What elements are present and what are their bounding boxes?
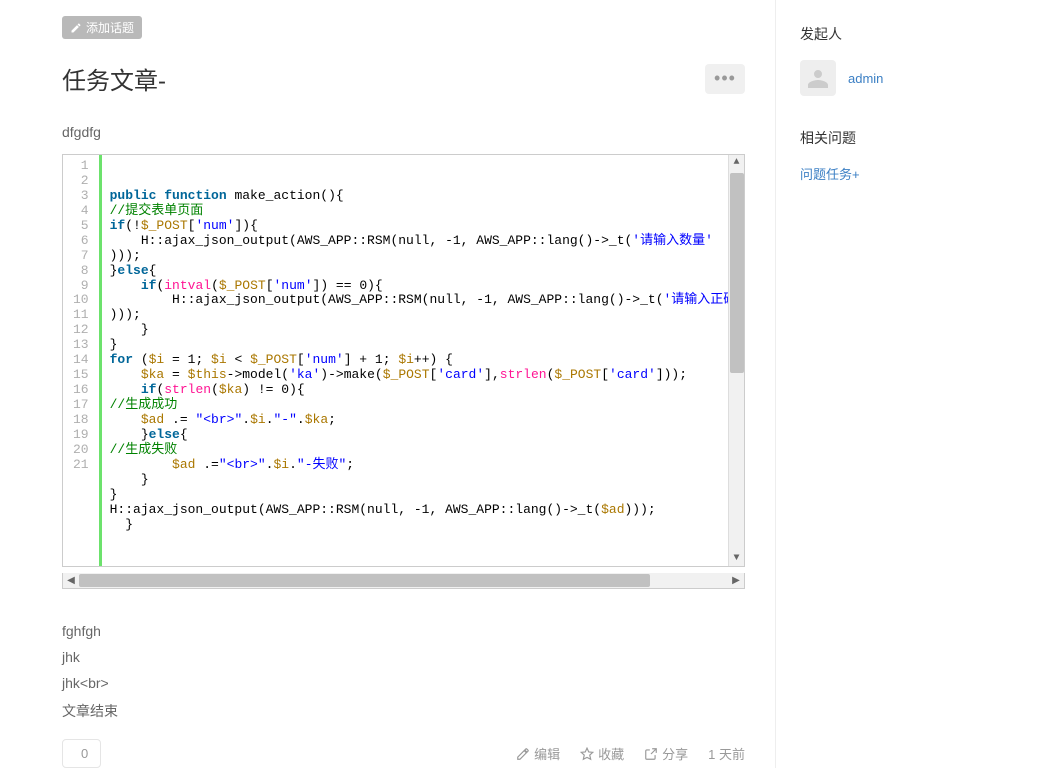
code-line: $ad .="<br>".$i."-失败"; <box>110 458 738 473</box>
user-icon <box>806 66 830 90</box>
code-content: public function make_action(){//提交表单页面if… <box>102 155 744 566</box>
star-icon <box>580 747 594 761</box>
ellipsis-icon: ••• <box>714 68 736 89</box>
pencil-icon <box>70 22 82 34</box>
code-line: if(strlen($ka) != 0){ <box>110 383 738 398</box>
line-number: 13 <box>73 338 95 353</box>
content-line: jhk<br> <box>62 675 745 691</box>
code-line: H::ajax_json_output(AWS_APP::RSM(null, -… <box>110 503 738 518</box>
code-line: } <box>110 338 738 353</box>
code-line: public function make_action(){ <box>110 189 738 204</box>
line-number: 14 <box>73 353 95 368</box>
pencil-icon <box>516 747 530 761</box>
code-line: //提交表单页面 <box>110 204 738 219</box>
line-number: 8 <box>73 264 95 279</box>
timestamp: 1 天前 <box>708 744 745 763</box>
content-line: 文章结束 <box>62 701 745 721</box>
initiator-row: admin <box>800 60 1032 96</box>
code-line: H::ajax_json_output(AWS_APP::RSM(null, -… <box>110 234 738 249</box>
page-title: 任务文章- <box>62 61 166 96</box>
scroll-right-icon[interactable]: ▶ <box>728 573 744 588</box>
edit-label: 编辑 <box>534 744 560 763</box>
edit-button[interactable]: 编辑 <box>516 744 560 763</box>
code-line: $ka = $this->model('ka')->make($_POST['c… <box>110 368 738 383</box>
add-topic-label: 添加话题 <box>86 19 134 36</box>
code-gutter: 123456789101112131415161718192021 <box>63 155 102 566</box>
favorite-label: 收藏 <box>598 744 624 763</box>
horizontal-scrollbar[interactable]: ◀ ▶ <box>62 573 745 589</box>
line-number: 2 <box>73 174 95 189</box>
vertical-scrollbar[interactable]: ▲ ▼ <box>728 155 744 566</box>
code-line: } <box>110 518 738 533</box>
line-number: 6 <box>73 234 95 249</box>
related-title: 相关问题 <box>800 128 1032 148</box>
line-number: 15 <box>73 368 95 383</box>
line-number: 4 <box>73 204 95 219</box>
related-link[interactable]: 问题任务+ <box>800 164 1032 183</box>
code-line: $ad .= "<br>".$i."-".$ka; <box>110 413 738 428</box>
code-line: for ($i = 1; $i < $_POST['num'] + 1; $i+… <box>110 353 738 368</box>
like-button[interactable]: 0 <box>62 739 101 768</box>
line-number: 9 <box>73 279 95 294</box>
avatar[interactable] <box>800 60 836 96</box>
favorite-button[interactable]: 收藏 <box>580 744 624 763</box>
code-line: } <box>110 323 738 338</box>
line-number: 20 <box>73 443 95 458</box>
scroll-down-icon[interactable]: ▼ <box>729 550 744 566</box>
content-line: jhk <box>62 649 745 665</box>
line-number: 10 <box>73 293 95 308</box>
content-intro: dfgdfg <box>62 124 745 140</box>
line-number: 16 <box>73 383 95 398</box>
share-icon <box>644 747 658 761</box>
horizontal-scroll-thumb[interactable] <box>79 574 650 587</box>
add-topic-button[interactable]: 添加话题 <box>62 16 142 39</box>
share-button[interactable]: 分享 <box>644 744 688 763</box>
scroll-left-icon[interactable]: ◀ <box>63 573 79 588</box>
code-line: }else{ <box>110 428 738 443</box>
code-line: //生成失败 <box>110 443 738 458</box>
line-number: 19 <box>73 428 95 443</box>
line-number: 1 <box>73 159 95 174</box>
vertical-scroll-thumb[interactable] <box>730 173 744 373</box>
code-line: } <box>110 488 738 503</box>
line-number: 17 <box>73 398 95 413</box>
line-number: 7 <box>73 249 95 264</box>
line-number: 12 <box>73 323 95 338</box>
line-number: 11 <box>73 308 95 323</box>
initiator-name[interactable]: admin <box>848 71 883 86</box>
line-number: 21 <box>73 458 95 473</box>
line-number: 18 <box>73 413 95 428</box>
code-line: ))); <box>110 308 738 323</box>
code-line: }else{ <box>110 264 738 279</box>
code-line: H::ajax_json_output(AWS_APP::RSM(null, -… <box>110 293 738 308</box>
initiator-title: 发起人 <box>800 24 1032 44</box>
line-number: 5 <box>73 219 95 234</box>
scroll-up-icon[interactable]: ▲ <box>729 155 744 171</box>
like-count: 0 <box>81 746 88 761</box>
code-block: 123456789101112131415161718192021 public… <box>62 154 745 567</box>
line-number: 3 <box>73 189 95 204</box>
content-line: fghfgh <box>62 623 745 639</box>
code-line: } <box>110 473 738 488</box>
more-button[interactable]: ••• <box>705 64 745 94</box>
share-label: 分享 <box>662 744 688 763</box>
code-line: if(!$_POST['num']){ <box>110 219 738 234</box>
code-line: //生成成功 <box>110 398 738 413</box>
code-line: ))); <box>110 249 738 264</box>
